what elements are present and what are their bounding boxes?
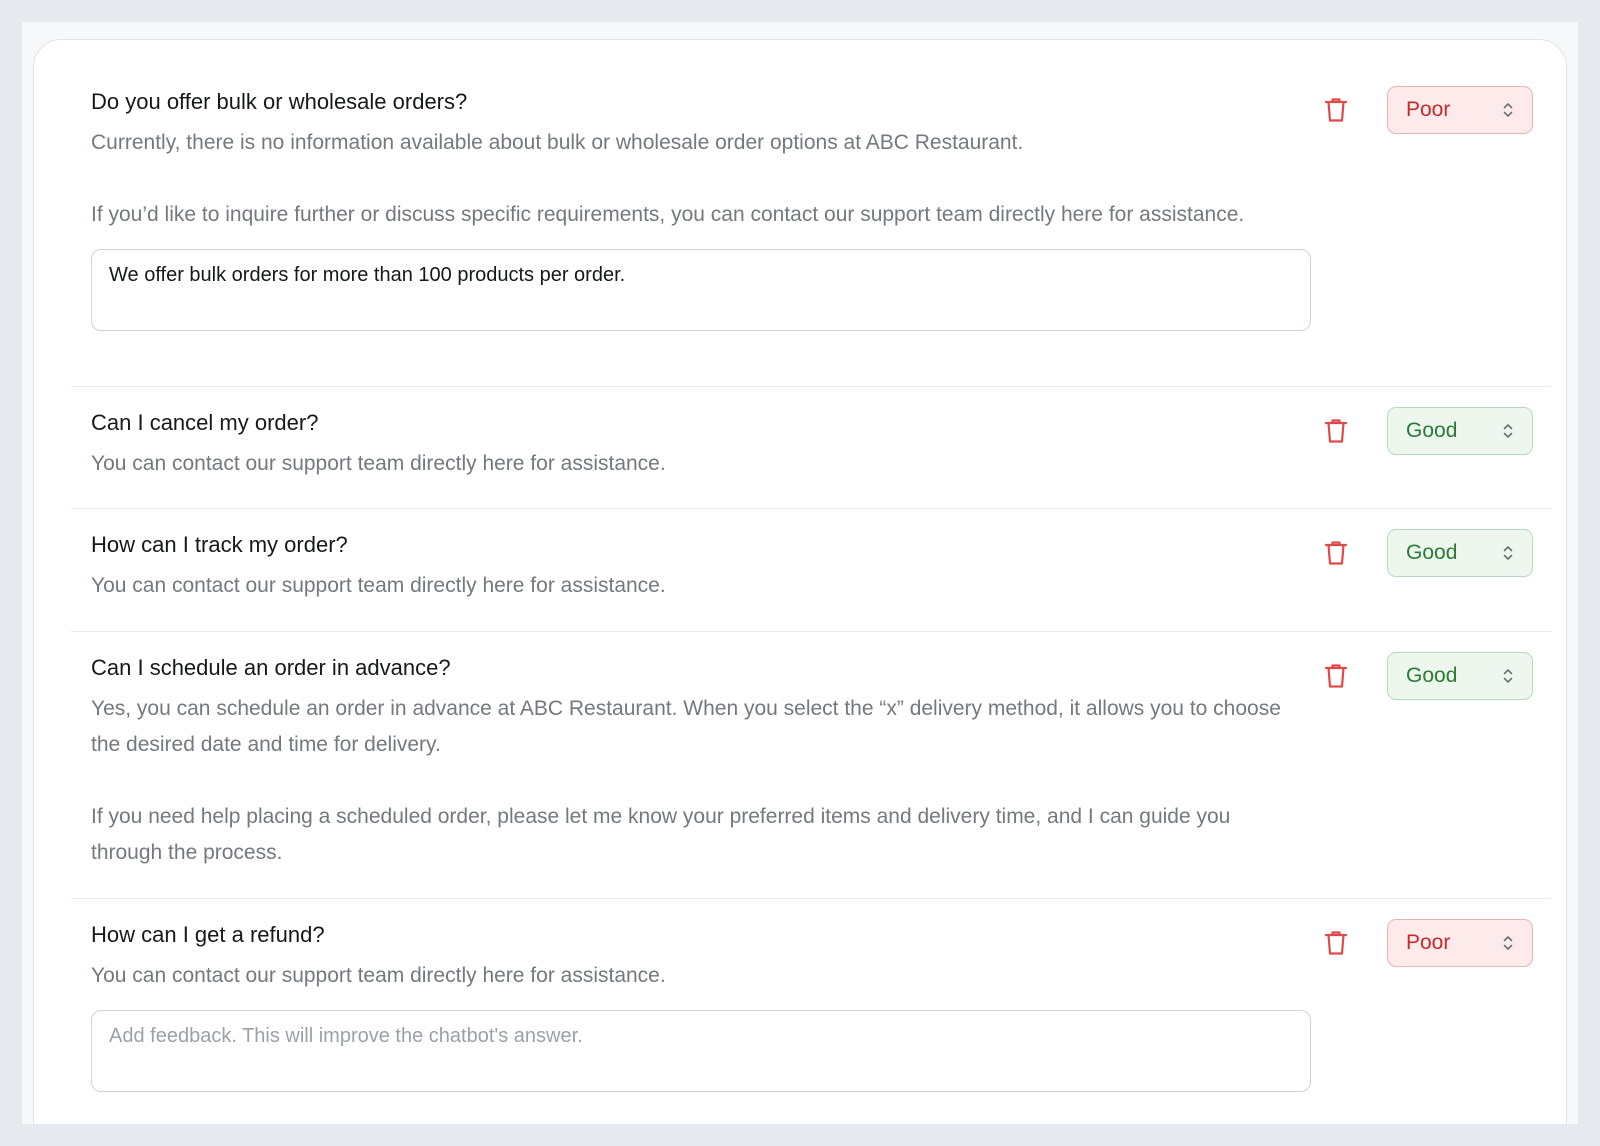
trash-icon[interactable] [1321, 538, 1351, 568]
qa-item-body: How can I track my order? You can contac… [71, 529, 1306, 604]
qa-item-controls: Good [1321, 652, 1533, 700]
qa-item-body: Do you offer bulk or wholesale orders? C… [71, 86, 1311, 331]
qa-item-body: Can I cancel my order? You can contact o… [71, 407, 1306, 482]
answer-paragraph: If you need help placing a scheduled ord… [91, 805, 1231, 864]
feedback-input[interactable] [91, 1010, 1311, 1092]
chevron-up-down-icon [1503, 936, 1513, 950]
answer-paragraph: Yes, you can schedule an order in advanc… [91, 697, 1281, 756]
chevron-up-down-icon [1503, 669, 1513, 683]
qa-item-controls: Poor [1321, 919, 1533, 967]
qa-item: Good Can I schedule an order in advance?… [71, 632, 1551, 899]
qa-item: Poor Do you offer bulk or wholesale orde… [71, 40, 1551, 387]
trash-icon[interactable] [1321, 661, 1351, 691]
rating-value: Poor [1406, 98, 1451, 121]
rating-select[interactable]: Poor [1387, 86, 1533, 134]
answer-text: You can contact our support team directl… [91, 446, 1306, 482]
trash-icon[interactable] [1321, 95, 1351, 125]
question-text: Can I cancel my order? [91, 410, 319, 435]
rating-value: Good [1406, 664, 1458, 687]
chevron-up-down-icon [1503, 546, 1513, 560]
trash-icon[interactable] [1321, 416, 1351, 446]
rating-value: Poor [1406, 931, 1451, 954]
rating-select[interactable]: Poor [1387, 919, 1533, 967]
qa-item-controls: Good [1321, 529, 1533, 577]
answer-paragraph: Currently, there is no information avail… [91, 131, 1024, 154]
answer-paragraph: You can contact our support team directl… [91, 964, 666, 987]
answer-text: You can contact our support team directl… [91, 958, 1306, 994]
answer-text: Currently, there is no information avail… [91, 125, 1306, 233]
qa-item-body: Can I schedule an order in advance? Yes,… [71, 652, 1306, 871]
rating-value: Good [1406, 419, 1458, 442]
question-text: Can I schedule an order in advance? [91, 655, 451, 680]
rating-value: Good [1406, 541, 1458, 564]
chevron-up-down-icon [1503, 424, 1513, 438]
rating-select[interactable]: Good [1387, 529, 1533, 577]
qa-review-card: Poor Do you offer bulk or wholesale orde… [33, 39, 1567, 1124]
qa-item: Good Can I cancel my order? You can cont… [71, 387, 1551, 509]
rating-select[interactable]: Good [1387, 652, 1533, 700]
answer-paragraph: You can contact our support team directl… [91, 574, 666, 597]
answer-paragraph: You can contact our support team directl… [91, 452, 666, 475]
qa-item: Poor How can I get a refund? You can con… [71, 899, 1551, 1124]
rating-select[interactable]: Good [1387, 407, 1533, 455]
answer-paragraph: If you’d like to inquire further or disc… [91, 203, 1245, 226]
qa-item-controls: Good [1321, 407, 1533, 455]
trash-icon[interactable] [1321, 928, 1351, 958]
page-frame: Poor Do you offer bulk or wholesale orde… [22, 22, 1578, 1124]
answer-text: Yes, you can schedule an order in advanc… [91, 691, 1306, 871]
chevron-up-down-icon [1503, 103, 1513, 117]
qa-item-controls: Poor [1321, 86, 1533, 134]
question-text: How can I track my order? [91, 532, 348, 557]
qa-item-body: How can I get a refund? You can contact … [71, 919, 1311, 1092]
question-text: Do you offer bulk or wholesale orders? [91, 89, 468, 114]
qa-list: Poor Do you offer bulk or wholesale orde… [71, 40, 1551, 1124]
answer-text: You can contact our support team directl… [91, 568, 1306, 604]
feedback-input[interactable]: We offer bulk orders for more than 100 p… [91, 249, 1311, 331]
question-text: How can I get a refund? [91, 922, 325, 947]
qa-item: Good How can I track my order? You can c… [71, 509, 1551, 632]
